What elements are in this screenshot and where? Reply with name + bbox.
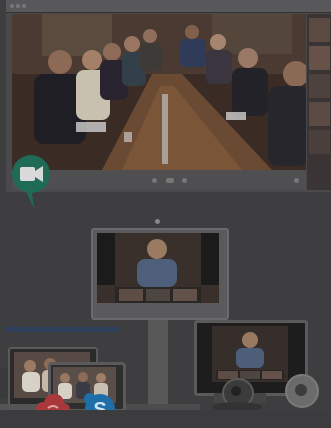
conference-room-image xyxy=(12,14,306,170)
webcam-device-secondary xyxy=(285,374,319,408)
desk-surface xyxy=(0,410,331,428)
window-dot[interactable] xyxy=(10,4,14,8)
participant-thumbnail[interactable] xyxy=(309,102,330,126)
participant-thumbnail[interactable] xyxy=(309,130,330,154)
window-dot[interactable] xyxy=(22,4,26,8)
video-feed-conference-room xyxy=(12,14,306,170)
google-meet-camera-icon xyxy=(12,155,50,209)
window-dot[interactable] xyxy=(16,4,20,8)
tablet-video-image xyxy=(97,233,219,303)
tablet-video-feed xyxy=(97,233,219,303)
participant-thumbnail[interactable] xyxy=(309,46,330,70)
camera-button[interactable] xyxy=(182,178,187,183)
meeting-controls-bar xyxy=(12,170,306,190)
smartphone-device xyxy=(0,368,8,398)
window-title-bar xyxy=(6,0,331,13)
end-call-button[interactable] xyxy=(166,178,174,183)
decorative-bar xyxy=(6,327,120,332)
mic-button[interactable] xyxy=(152,178,157,183)
more-options-button[interactable] xyxy=(294,178,299,183)
camera-lens-icon xyxy=(155,219,160,224)
monitor-video-image xyxy=(212,326,288,382)
participant-thumbnail[interactable] xyxy=(309,18,330,42)
participant-thumbnail[interactable] xyxy=(309,74,330,98)
monitor-video-feed xyxy=(212,326,288,382)
